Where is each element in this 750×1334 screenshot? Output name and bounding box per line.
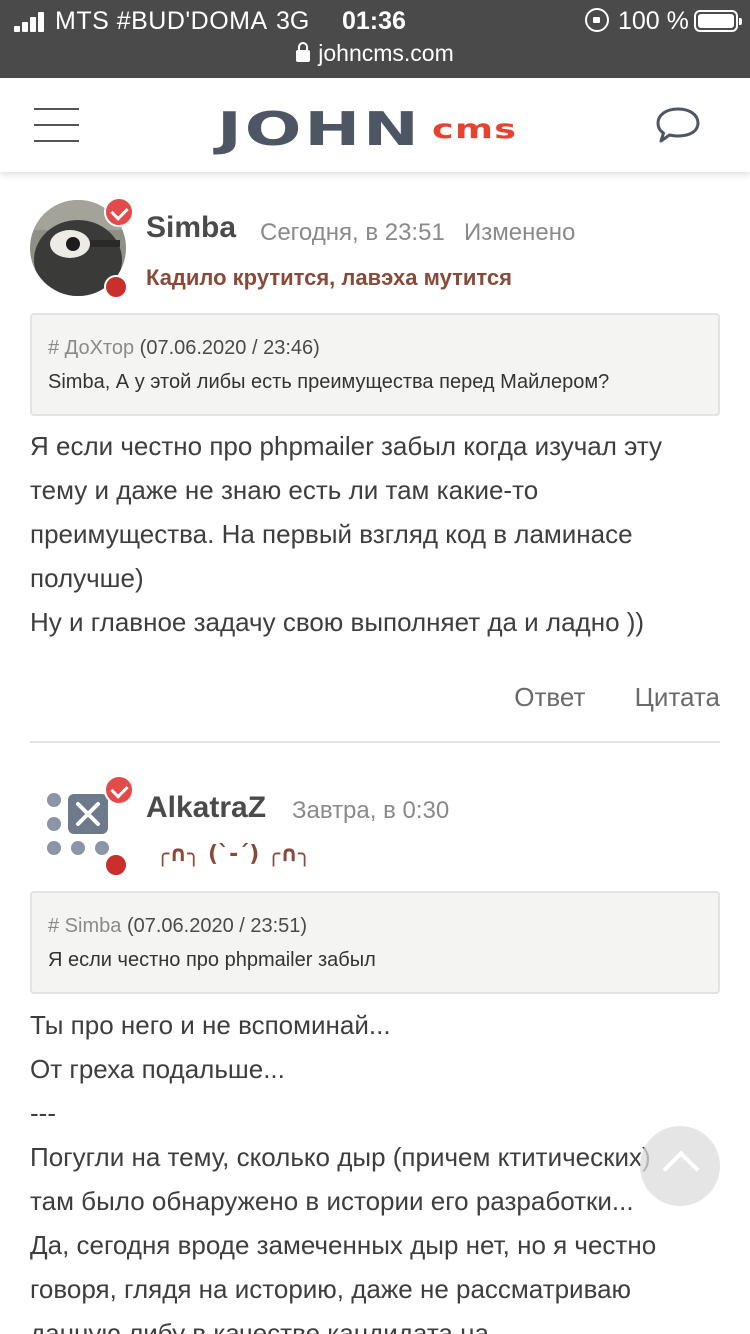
signal-icon (14, 12, 48, 32)
post-author[interactable]: AlkatraZ (146, 791, 266, 825)
post-line: Погугли на тему, сколько дыр (причем кти… (30, 1142, 651, 1172)
quote-button[interactable]: Цитата (635, 682, 720, 712)
quote-author[interactable]: # Simba (48, 915, 121, 937)
battery-icon (694, 10, 742, 32)
post-line: Ты про него и не вспоминай... (30, 1010, 391, 1040)
scroll-top-button[interactable] (640, 1126, 720, 1206)
site-header: JOHN cms (0, 78, 750, 172)
quote-author[interactable]: # ДоХтор (48, 337, 134, 359)
post-author[interactable]: Simba (146, 211, 236, 245)
reply-button[interactable]: Ответ (514, 682, 585, 712)
url-text: johncms.com (318, 40, 454, 66)
network-type: 3G (276, 7, 310, 35)
quote-block: # Simba (07.06.2020 / 23:51) Я если чест… (30, 891, 720, 994)
post-actions: Ответ Цитата (472, 682, 720, 713)
post-line: Ну и главное задачу свою выполняет да и … (30, 607, 645, 637)
offline-status-icon (104, 275, 128, 299)
quote-date: (07.06.2020 / 23:46) (139, 337, 320, 359)
avatar[interactable] (30, 197, 134, 299)
status-bar: MTS #BUD'DOMA 3G 01:36 100 % johncms.com (0, 0, 750, 78)
logo-main-text: JOHN (217, 102, 422, 156)
post-line: тему и даже не знаю есть ли там какие-то (30, 475, 539, 505)
clock: 01:36 (342, 7, 406, 35)
offline-status-icon (104, 853, 128, 877)
verified-icon (104, 197, 134, 227)
verified-icon (104, 775, 134, 805)
post-line: Да, сегодня вроде замеченных дыр нет, но… (30, 1230, 657, 1260)
post-line: От греха подальше... (30, 1054, 285, 1084)
post-date: Завтра, в 0:30 (292, 797, 450, 824)
user-status: Кадило крутится, лавэха мутится (146, 265, 512, 290)
post-line: --- (30, 1098, 56, 1128)
url-bar[interactable]: johncms.com (0, 40, 750, 67)
post-line: там было обнаружено в истории его разраб… (30, 1186, 634, 1216)
edited-label[interactable]: Изменено (464, 219, 575, 247)
carrier-name: MTS #BUD'DOMA (55, 7, 268, 35)
quote-text: Simba, А у этой либы есть преимущества п… (48, 371, 610, 393)
quote-date: (07.06.2020 / 23:51) (126, 915, 308, 937)
post-date: Сегодня, в 23:51 (260, 219, 445, 246)
post-line: получше) (30, 563, 144, 593)
post-line: данную либу в качестве кандидата на (30, 1318, 489, 1334)
user-status: ╭∩╮ (`-´) ╭∩╮ (156, 842, 312, 867)
post-line: преимущества. На первый взгляд код в лам… (30, 519, 633, 549)
menu-icon[interactable] (34, 108, 79, 142)
post-line: говоря, глядя на историю, даже не рассма… (30, 1274, 632, 1304)
rotation-lock-icon (585, 8, 609, 32)
quote-text: Я если честно про phpmailer забыл (48, 949, 376, 971)
avatar[interactable] (30, 775, 134, 877)
post-divider (30, 741, 720, 743)
battery-percent: 100 % (618, 7, 689, 35)
post-body: Ты про него и не вспоминай... От греха п… (30, 1003, 730, 1334)
site-logo[interactable]: JOHN cms (217, 102, 516, 156)
post-body: Я если честно про phpmailer забыл когда … (30, 424, 730, 644)
padlock-icon (296, 42, 311, 62)
quote-block: # ДоХтор (07.06.2020 / 23:46) Simba, А у… (30, 313, 720, 416)
logo-sub-text: cms (432, 114, 518, 145)
chat-icon[interactable] (655, 106, 701, 146)
post-line: Я если честно про phpmailer забыл когда … (30, 431, 663, 461)
